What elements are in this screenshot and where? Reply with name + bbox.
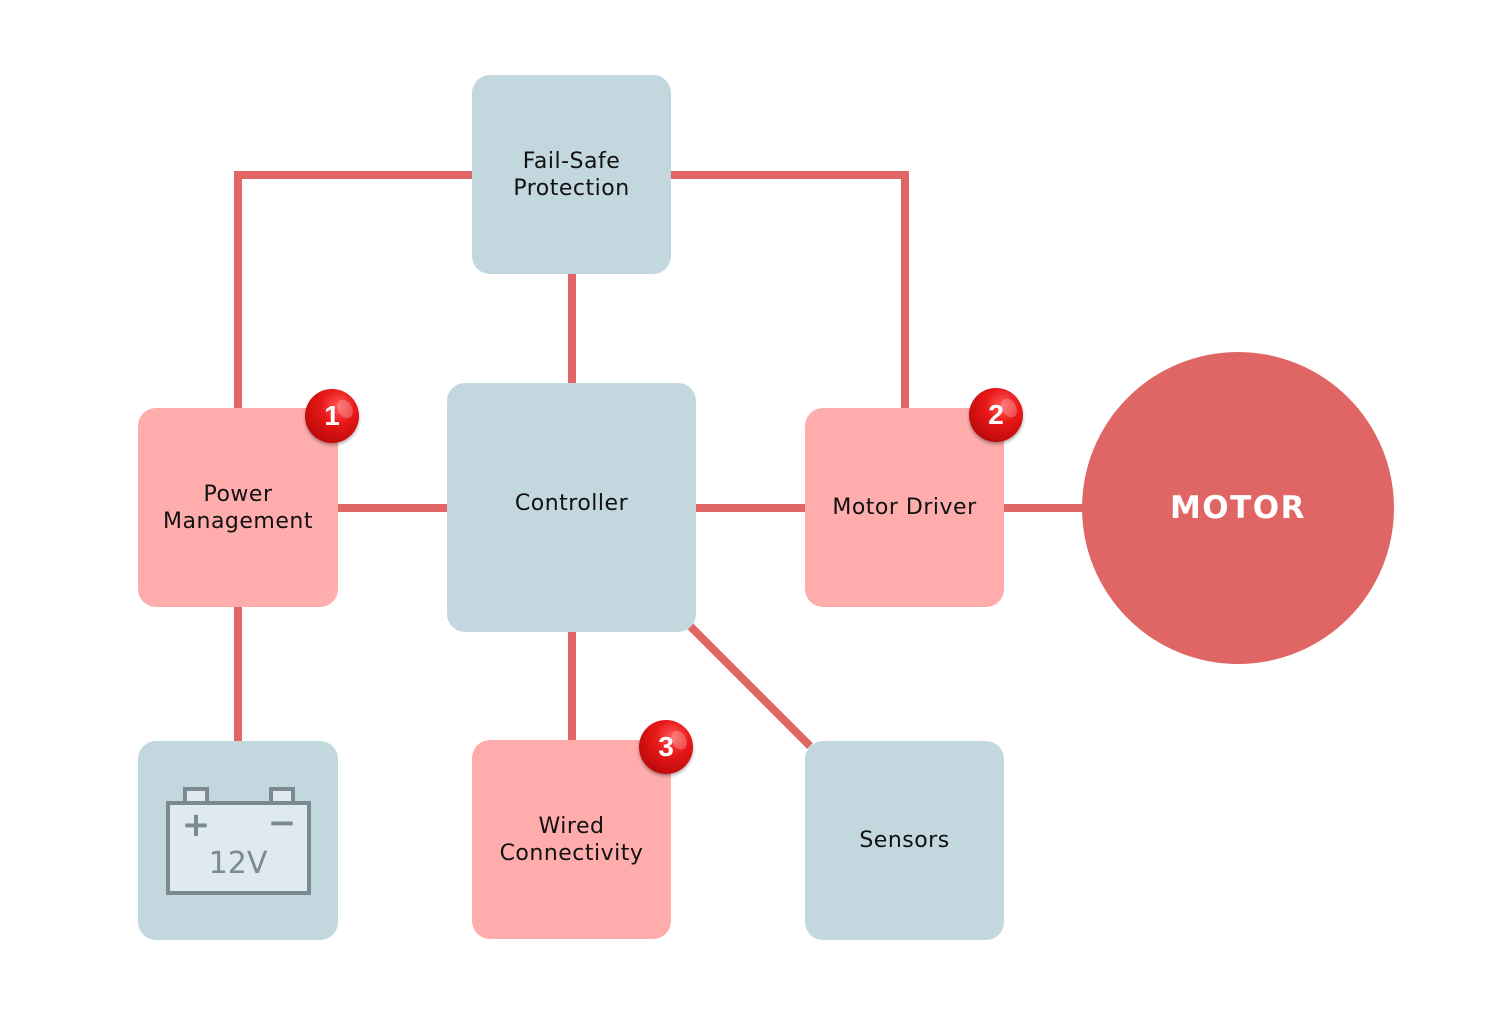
- badge-1-number: 1: [324, 400, 340, 431]
- badge-1: 1: [305, 389, 359, 443]
- power-management-label: Power Management: [163, 481, 313, 534]
- controller-label: Controller: [514, 491, 629, 516]
- motor-label: MOTOR: [1169, 490, 1307, 526]
- wired-connectivity-label: Wired Connectivity: [499, 813, 644, 866]
- battery-minus-sign: −: [268, 803, 297, 843]
- failsafe-protection-block[interactable]: Fail-Safe Protection: [472, 75, 671, 274]
- wired-connectivity-block[interactable]: Wired Connectivity: [472, 740, 671, 939]
- power-management-block[interactable]: Power Management: [138, 408, 338, 607]
- battery-icon: + − 12V: [166, 787, 311, 895]
- badge-3-number: 3: [658, 731, 674, 762]
- wire-controller-sensors: [685, 621, 813, 749]
- controller-block[interactable]: Controller: [447, 383, 696, 632]
- failsafe-protection-label: Fail-Safe Protection: [513, 148, 630, 201]
- battery-plus-sign: +: [182, 805, 211, 845]
- sensors-block[interactable]: Sensors: [805, 741, 1004, 940]
- motor-driver-label: Motor Driver: [832, 495, 977, 520]
- badge-2-number: 2: [988, 399, 1004, 430]
- badge-2: 2: [969, 388, 1023, 442]
- wire-power-failsafe: [234, 171, 472, 408]
- motor-circle[interactable]: MOTOR: [1082, 352, 1394, 664]
- badge-3: 3: [639, 720, 693, 774]
- motor-driver-block[interactable]: Motor Driver: [805, 408, 1004, 607]
- battery-terminal-positive: [183, 787, 209, 805]
- battery-voltage-label: 12V: [209, 846, 268, 881]
- sensors-label: Sensors: [859, 828, 950, 853]
- battery-terminal-negative: [269, 787, 295, 805]
- wire-failsafe-motor-driver: [671, 171, 909, 408]
